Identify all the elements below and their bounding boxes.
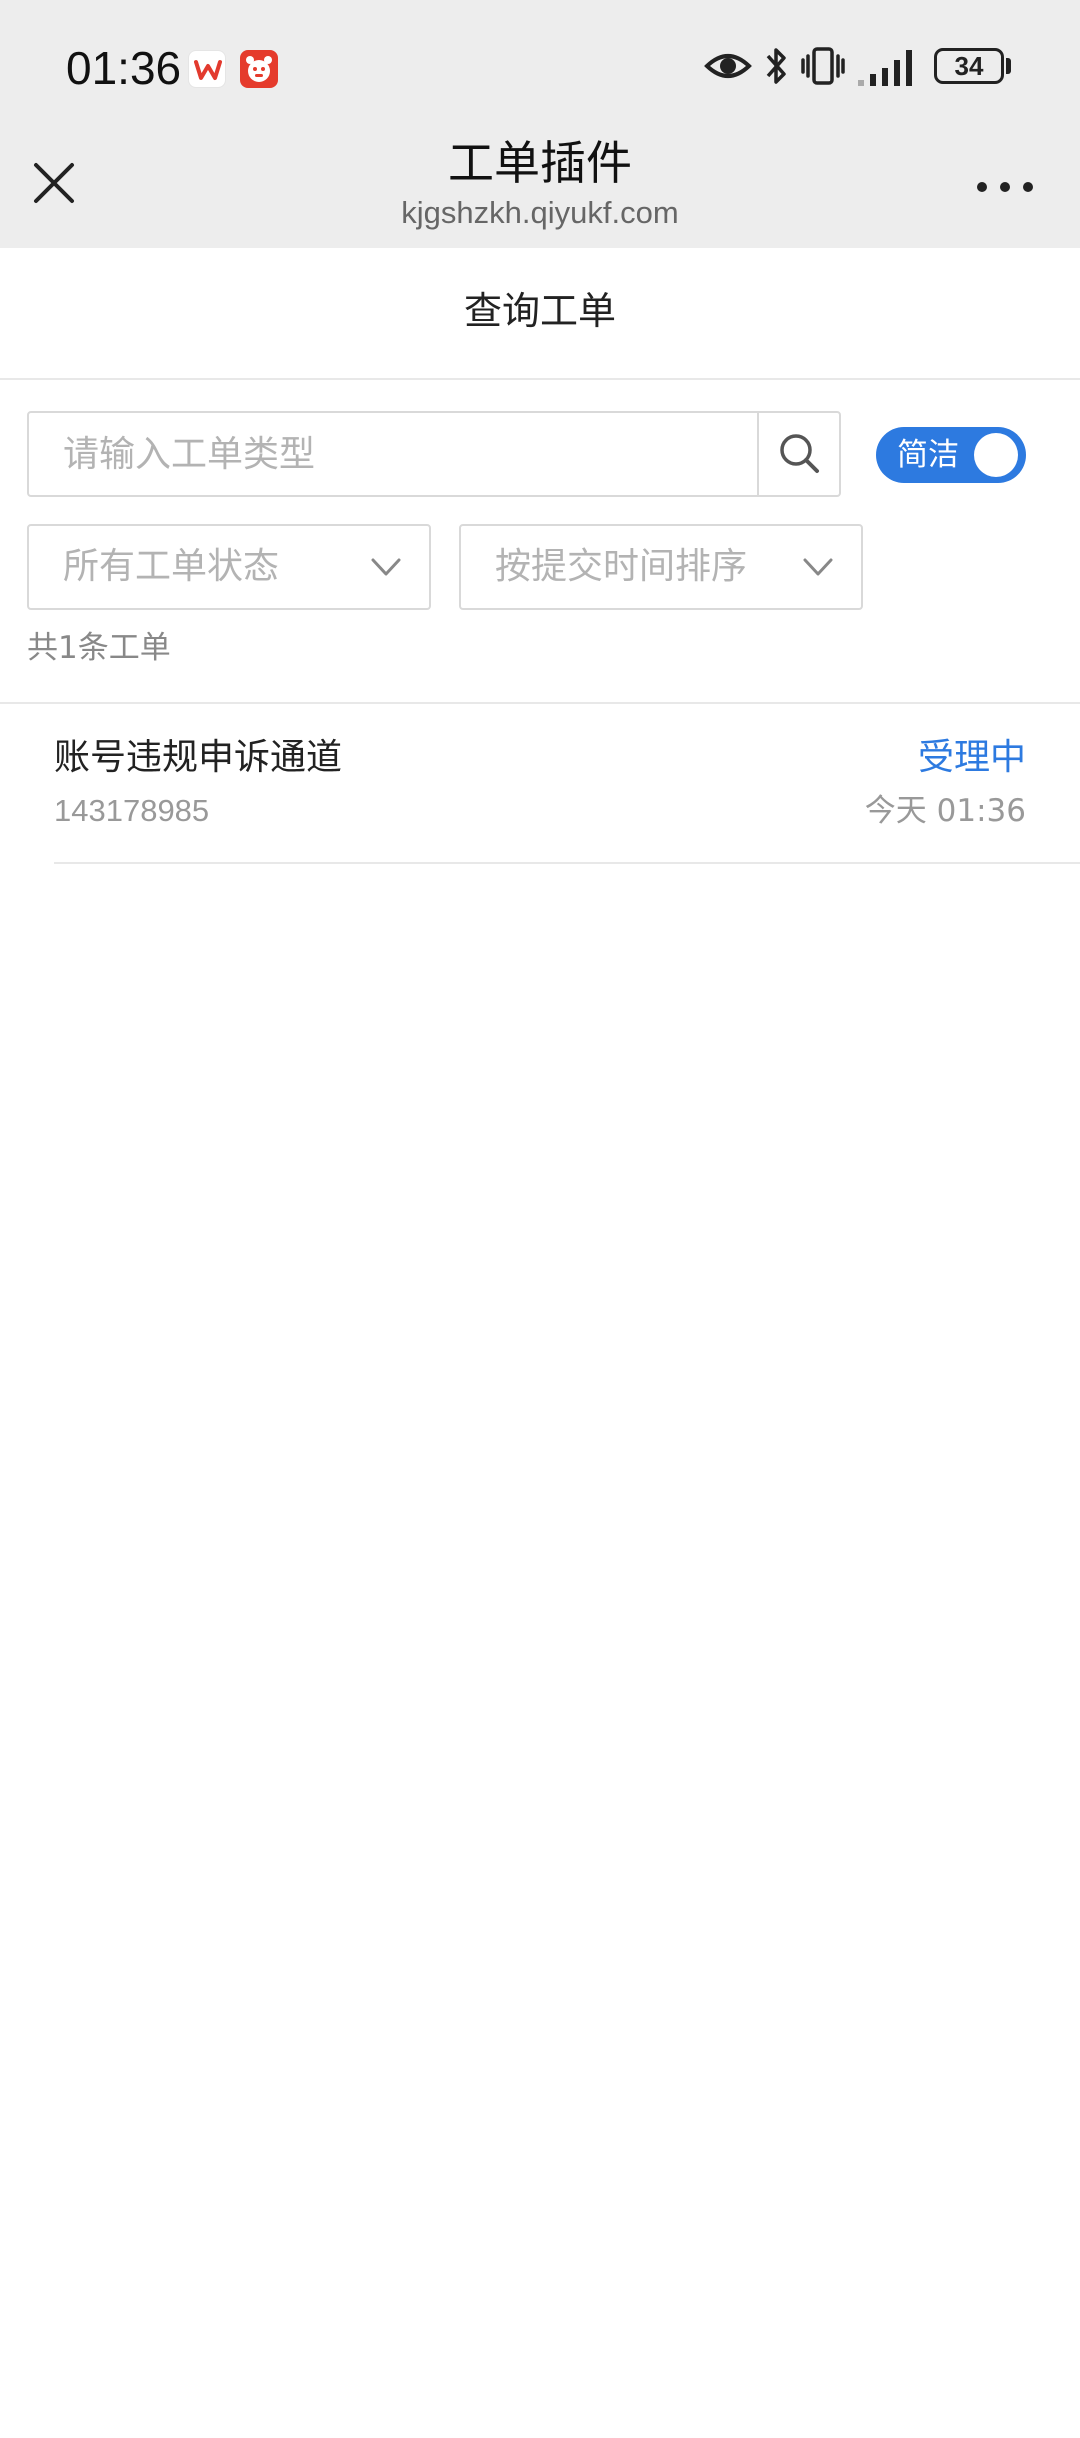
header-url: kjgshzkh.qiyukf.com: [401, 195, 679, 230]
search-icon: [780, 434, 819, 473]
battery-icon: 34: [934, 48, 1004, 84]
signal-icon: [856, 44, 924, 100]
chevron-down-icon: [803, 558, 833, 576]
eye-icon: [704, 46, 752, 102]
more-button[interactable]: [970, 167, 1040, 207]
page-title: 查询工单: [463, 289, 616, 333]
ticket-count: 共1条工单: [27, 630, 171, 666]
ticket-id: 143178985: [54, 793, 210, 828]
more-icon: [977, 182, 1033, 192]
ticket-time: 今天 01:36: [864, 793, 1026, 829]
search-input[interactable]: [29, 413, 757, 495]
concise-toggle[interactable]: 简洁: [876, 427, 1026, 483]
header-title: 工单插件: [448, 136, 632, 190]
bluetooth-icon: [762, 44, 792, 100]
status-time: 01:36: [66, 42, 182, 94]
ticket-row[interactable]: 账号违规申诉通道 143178985 受理中 今天 01:36: [0, 704, 1080, 864]
page-title-bar: 查询工单: [0, 248, 1080, 380]
status-filter-select[interactable]: 所有工单状态: [27, 524, 431, 610]
toggle-knob: [974, 433, 1018, 477]
sort-value: 按提交时间排序: [495, 546, 748, 587]
tiger-app-icon: [240, 50, 278, 88]
status-bar: 01:36 34: [0, 0, 1080, 135]
header-bar: 工单插件 kjgshzkh.qiyukf.com: [0, 135, 1080, 248]
toggle-label: 简洁: [897, 437, 959, 473]
ticket-title: 账号违规申诉通道: [54, 737, 343, 778]
wps-icon: [188, 50, 226, 88]
chevron-down-icon: [371, 558, 401, 576]
ticket-divider: [54, 862, 1080, 864]
vibrate-icon: [800, 44, 846, 100]
sort-select[interactable]: 按提交时间排序: [459, 524, 863, 610]
status-filter-value: 所有工单状态: [63, 546, 280, 587]
battery-nub: [1006, 58, 1011, 74]
ticket-status: 受理中: [917, 737, 1026, 778]
search-button[interactable]: [757, 413, 839, 495]
search-box: [27, 411, 841, 497]
